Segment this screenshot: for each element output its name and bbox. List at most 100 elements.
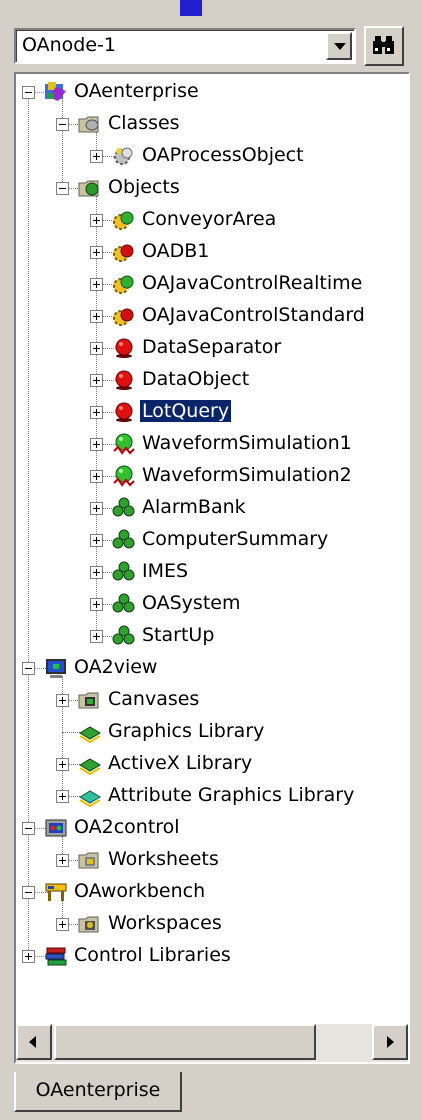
expand-icon[interactable] [90, 630, 103, 643]
tree-item[interactable]: ActiveX Library [16, 748, 408, 780]
tree-item[interactable]: OASystem [16, 588, 408, 620]
red-ball-icon [112, 401, 136, 423]
tree-viewport: OAenterprise Classes OAProcessObject Object… [16, 74, 408, 1024]
tree-item-label: WaveformSimulation1 [142, 432, 352, 454]
collapse-icon[interactable] [22, 822, 35, 835]
cluster-icon [112, 529, 136, 551]
scroll-thumb[interactable] [54, 1024, 316, 1060]
tree-item-label: OAJavaControlStandard [142, 304, 365, 326]
tree-item[interactable]: Control Libraries [16, 940, 408, 972]
node-select-value: OAnode-1 [22, 34, 116, 56]
object-tree[interactable]: OAenterprise Classes OAProcessObject Object… [14, 72, 410, 1064]
expand-icon[interactable] [90, 310, 103, 323]
tree-item[interactable]: Attribute Graphics Library [16, 780, 408, 812]
title-bar-fragment [0, 0, 422, 16]
tree-item[interactable]: OAenterprise [16, 76, 408, 108]
tree-item[interactable]: OAProcessObject [16, 140, 408, 172]
tree-item[interactable]: ComputerSummary [16, 524, 408, 556]
expand-icon[interactable] [56, 918, 69, 931]
tree-item-label: WaveformSimulation2 [142, 464, 352, 486]
tree-item[interactable]: Canvases [16, 684, 408, 716]
tree-item[interactable]: Objects [16, 172, 408, 204]
tree-item[interactable]: IMES [16, 556, 408, 588]
collapse-icon[interactable] [22, 886, 35, 899]
tree-item-label: Attribute Graphics Library [108, 784, 355, 806]
tree-item-label: Classes [108, 112, 180, 134]
tree-item[interactable]: OA2control [16, 812, 408, 844]
monitor-icon [44, 657, 68, 679]
expand-icon[interactable] [90, 566, 103, 579]
find-button[interactable] [364, 26, 404, 66]
tree-item-label: OAProcessObject [142, 144, 304, 166]
collapse-icon[interactable] [56, 182, 69, 195]
tree-item-label: AlarmBank [142, 496, 246, 518]
expand-icon[interactable] [56, 694, 69, 707]
tree-item-label: ActiveX Library [108, 752, 253, 774]
waveform-ball-icon [112, 465, 136, 487]
tree-item-label: OADB1 [142, 240, 210, 262]
tree-item[interactable]: Classes [16, 108, 408, 140]
collapse-icon[interactable] [22, 662, 35, 675]
workspace-folder-icon [78, 913, 102, 935]
expand-icon[interactable] [90, 598, 103, 611]
expand-icon[interactable] [22, 950, 35, 963]
binoculars-icon [373, 36, 394, 54]
scroll-left-button[interactable] [16, 1024, 52, 1060]
tree-item[interactable]: AlarmBank [16, 492, 408, 524]
tree-item-label: OAworkbench [74, 880, 206, 902]
expand-icon[interactable] [90, 406, 103, 419]
tree-item-label: Graphics Library [108, 720, 265, 742]
object-gear-icon [112, 209, 136, 231]
folder-icon [78, 177, 102, 199]
tree-item-label: OA2control [74, 816, 180, 838]
expand-icon[interactable] [90, 438, 103, 451]
tree-item-label: DataSeparator [142, 336, 282, 358]
tree-item[interactable]: WaveformSimulation2 [16, 460, 408, 492]
horizontal-scrollbar[interactable] [16, 1024, 408, 1062]
expand-icon[interactable] [90, 150, 103, 163]
expand-icon[interactable] [90, 342, 103, 355]
worksheet-folder-icon [78, 849, 102, 871]
waveform-ball-icon [112, 433, 136, 455]
expand-icon[interactable] [90, 246, 103, 259]
expand-icon[interactable] [90, 502, 103, 515]
tree-item[interactable]: OA2view [16, 652, 408, 684]
tree-item-label: OAJavaControlRealtime [142, 272, 363, 294]
library-book-icon [78, 785, 102, 808]
tree-item[interactable]: Workspaces [16, 908, 408, 940]
tree-item[interactable]: DataSeparator [16, 332, 408, 364]
collapse-icon[interactable] [56, 118, 69, 131]
expand-icon[interactable] [56, 854, 69, 867]
expand-icon[interactable] [90, 374, 103, 387]
scroll-right-button[interactable] [372, 1024, 408, 1060]
tree-item[interactable]: OAJavaControlStandard [16, 300, 408, 332]
tab-oaenterprise[interactable]: OAenterprise [14, 1072, 182, 1112]
tree-item[interactable]: DataObject [16, 364, 408, 396]
tree-item[interactable]: Graphics Library [16, 716, 408, 748]
expand-icon[interactable] [90, 278, 103, 291]
tree-item[interactable]: LotQuery [16, 396, 408, 428]
tree-item-label: Worksheets [108, 848, 219, 870]
chevron-down-icon[interactable] [326, 32, 352, 60]
tree-item[interactable]: StartUp [16, 620, 408, 652]
tree-item[interactable]: WaveformSimulation1 [16, 428, 408, 460]
tree-item-label: StartUp [142, 624, 215, 646]
expand-icon[interactable] [90, 470, 103, 483]
library-book-icon [78, 753, 102, 776]
expand-icon[interactable] [90, 214, 103, 227]
collapse-icon[interactable] [22, 86, 35, 99]
tree-item-label: OASystem [142, 592, 241, 614]
tree-item[interactable]: OADB1 [16, 236, 408, 268]
red-ball-icon [112, 369, 136, 391]
tree-item[interactable]: Worksheets [16, 844, 408, 876]
tree-item[interactable]: ConveyorArea [16, 204, 408, 236]
expand-icon[interactable] [56, 790, 69, 803]
tree-item-label: IMES [142, 560, 189, 582]
expand-icon[interactable] [90, 534, 103, 547]
books-icon [44, 945, 68, 967]
tree-item-label: ConveyorArea [142, 208, 277, 230]
node-select[interactable]: OAnode-1 [14, 28, 356, 64]
tree-item[interactable]: OAworkbench [16, 876, 408, 908]
tree-item[interactable]: OAJavaControlRealtime [16, 268, 408, 300]
expand-icon[interactable] [56, 758, 69, 771]
